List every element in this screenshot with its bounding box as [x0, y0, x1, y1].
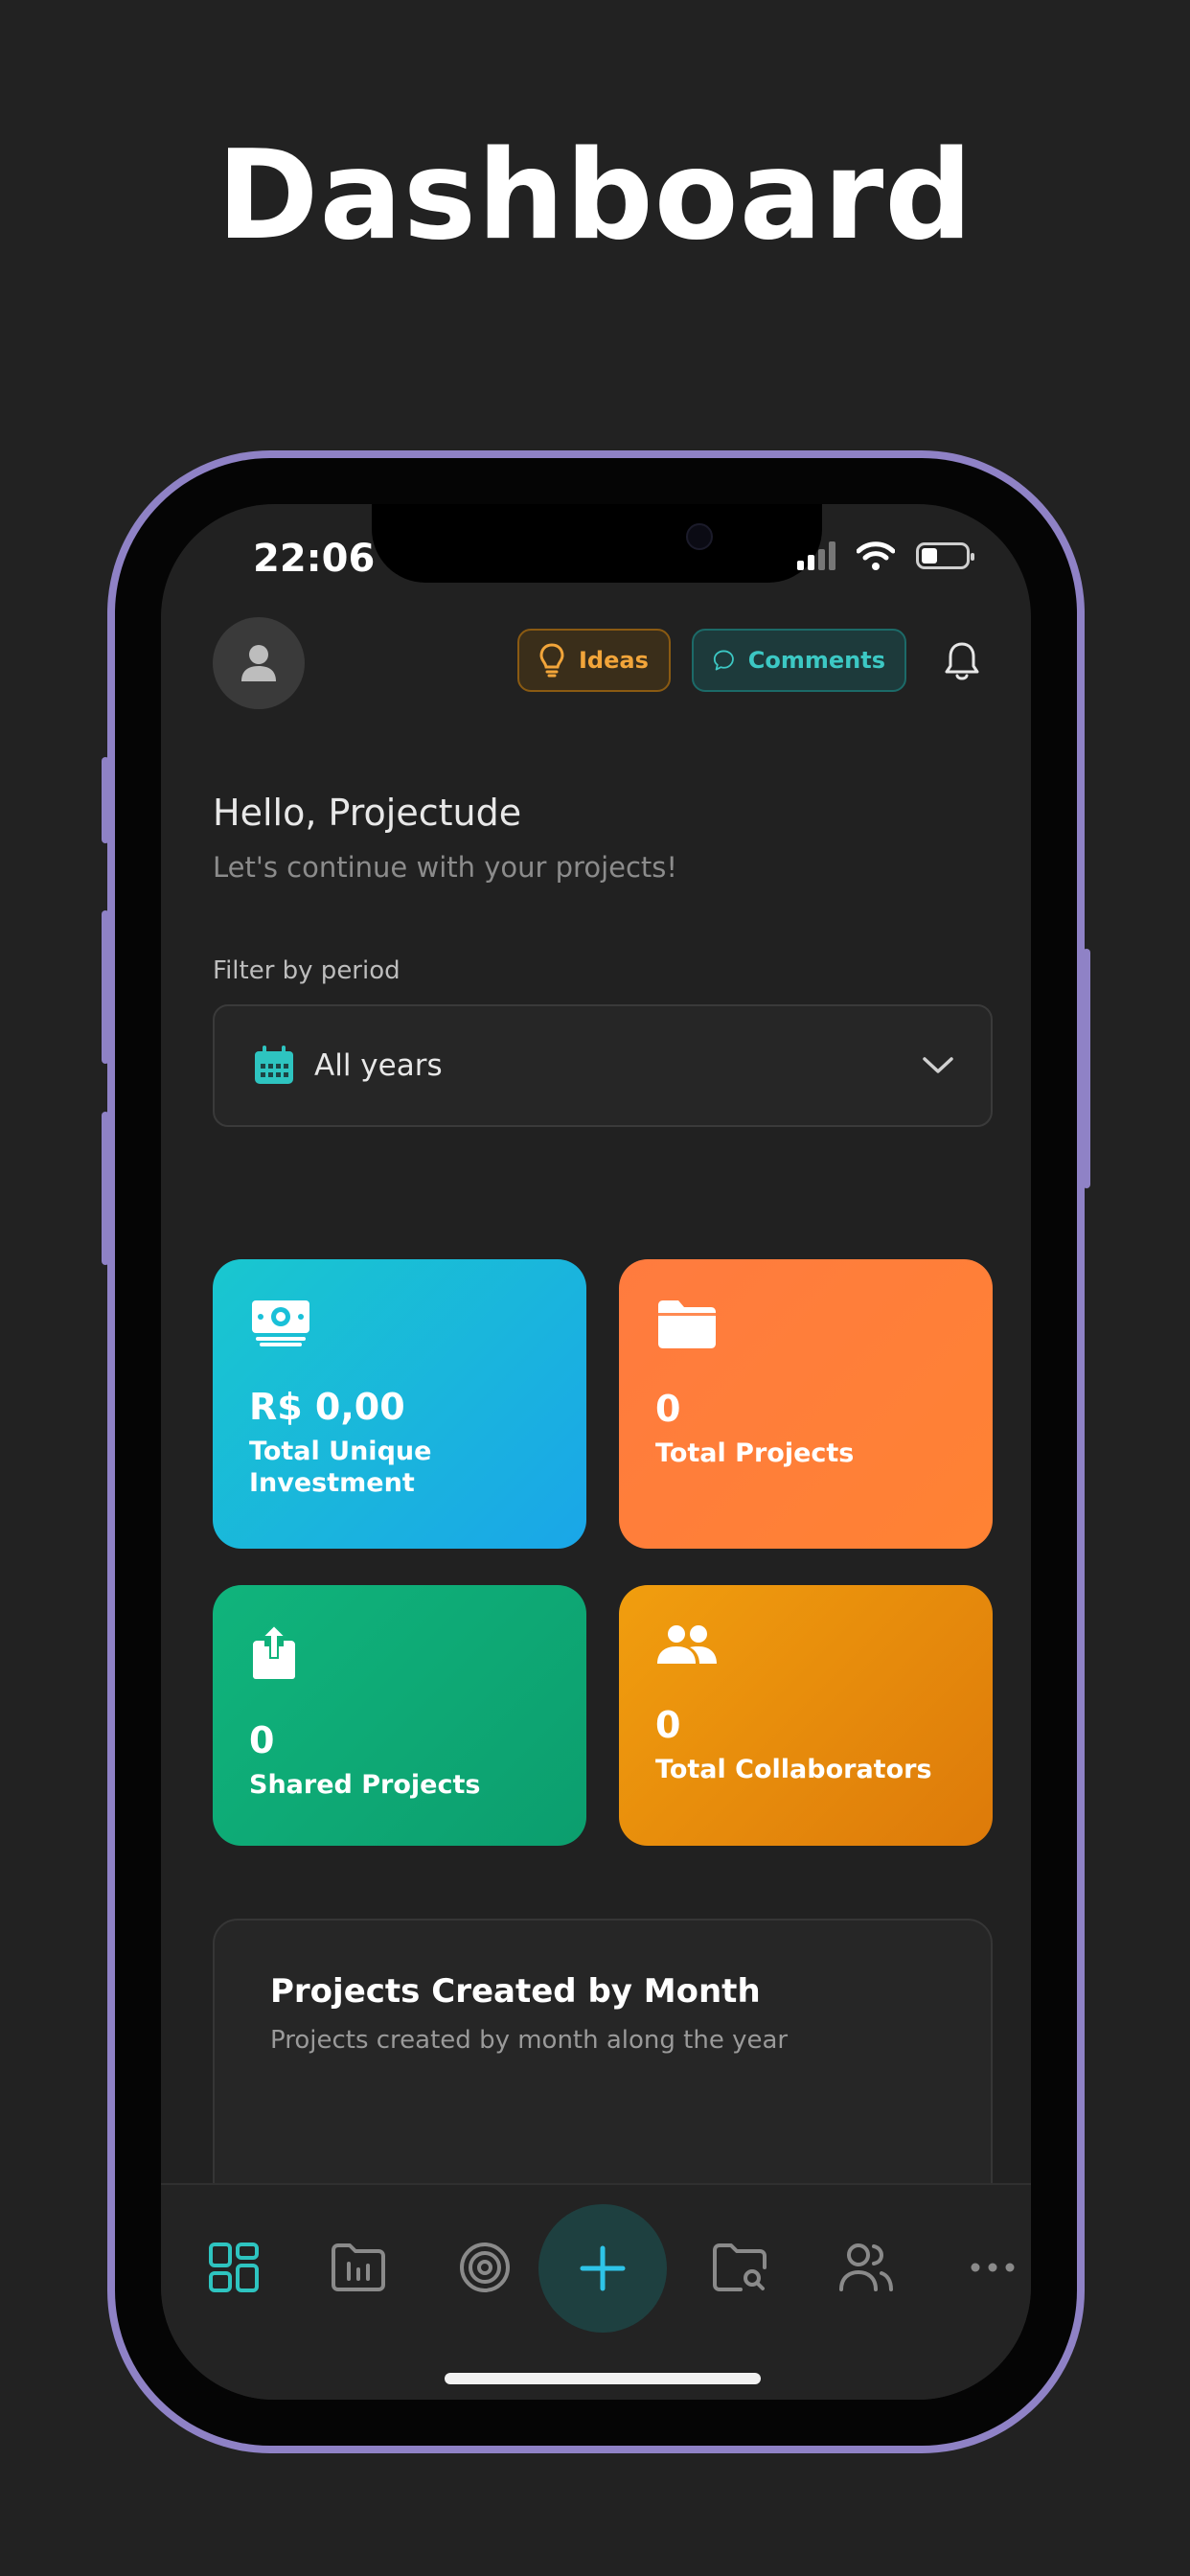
calendar-icon: [255, 1046, 293, 1084]
bottom-tab-bar: [161, 2183, 1031, 2400]
volume-up-button: [102, 910, 109, 1064]
plus-icon: [580, 2245, 626, 2291]
investment-label: Total Unique Investment: [249, 1437, 432, 1498]
status-time: 22:06: [253, 537, 376, 581]
dashboard-icon: [209, 2242, 259, 2292]
chevron-down-icon: [923, 1057, 953, 1073]
wifi-icon: [857, 541, 895, 570]
users-icon: [657, 1625, 717, 1664]
tab-collaborators[interactable]: [832, 2233, 901, 2302]
tab-more[interactable]: [958, 2233, 1027, 2302]
silent-switch: [102, 757, 109, 843]
avatar[interactable]: [213, 617, 305, 709]
projects-label: Total Projects: [655, 1438, 855, 1468]
shared-label: Shared Projects: [249, 1770, 481, 1800]
filter-label: Filter by period: [213, 956, 400, 985]
users-icon: [839, 2243, 893, 2291]
tab-projects[interactable]: [324, 2233, 393, 2302]
comments-label: Comments: [747, 647, 885, 674]
status-icons: [797, 540, 974, 571]
collaborators-label: Total Collaborators: [655, 1755, 932, 1784]
folder-icon: [658, 1300, 716, 1348]
collaborators-value: 0: [655, 1704, 681, 1746]
share-icon: [253, 1623, 295, 1679]
home-indicator: [445, 2373, 761, 2384]
projects-value: 0: [655, 1388, 681, 1430]
battery-icon: [916, 542, 974, 569]
power-button: [1083, 949, 1090, 1188]
page-heading: Dashboard: [217, 125, 973, 267]
stat-card-shared[interactable]: 0 Shared Projects: [213, 1585, 586, 1846]
bell-icon: [945, 642, 979, 680]
tab-dashboard[interactable]: [199, 2233, 268, 2302]
projects-icon: [332, 2243, 385, 2291]
notch: [372, 504, 822, 583]
target-icon: [460, 2242, 510, 2292]
period-select[interactable]: All years: [213, 1004, 993, 1127]
phone-frame: 22:06 Ideas Comments Hello, Projectude L…: [102, 450, 1090, 2453]
stat-card-projects[interactable]: 0 Total Projects: [619, 1259, 993, 1549]
comments-button[interactable]: Comments: [692, 629, 906, 692]
lightbulb-icon: [539, 643, 564, 678]
add-button[interactable]: [538, 2204, 667, 2333]
greeting-subtitle: Let's continue with your projects!: [213, 851, 678, 884]
stat-card-investment[interactable]: R$ 0,00 Total Unique Investment: [213, 1259, 586, 1549]
period-value: All years: [314, 1048, 443, 1083]
more-icon: [971, 2263, 1015, 2272]
tab-goals[interactable]: [450, 2233, 519, 2302]
money-icon: [252, 1300, 309, 1346]
greeting-title: Hello, Projectude: [213, 792, 522, 834]
investment-value: R$ 0,00: [249, 1386, 405, 1428]
ideas-button[interactable]: Ideas: [517, 629, 671, 692]
phone-bezel: 22:06 Ideas Comments Hello, Projectude L…: [115, 458, 1077, 2446]
volume-down-button: [102, 1112, 109, 1265]
shared-value: 0: [249, 1719, 275, 1761]
tab-search-folders[interactable]: [705, 2233, 774, 2302]
stat-card-collaborators[interactable]: 0 Total Collaborators: [619, 1585, 993, 1846]
app-screen: 22:06 Ideas Comments Hello, Projectude L…: [161, 504, 1031, 2400]
chat-bubble-icon: [713, 650, 734, 671]
folder-search-icon: [713, 2243, 767, 2291]
user-icon: [241, 645, 276, 681]
chart-card-subtitle: Projects created by month along the year: [270, 2026, 789, 2055]
chart-card-title: Projects Created by Month: [270, 1972, 761, 2011]
camera: [686, 523, 713, 550]
signal-icon: [797, 541, 835, 570]
ideas-label: Ideas: [579, 647, 649, 674]
notifications-button[interactable]: [927, 627, 996, 696]
